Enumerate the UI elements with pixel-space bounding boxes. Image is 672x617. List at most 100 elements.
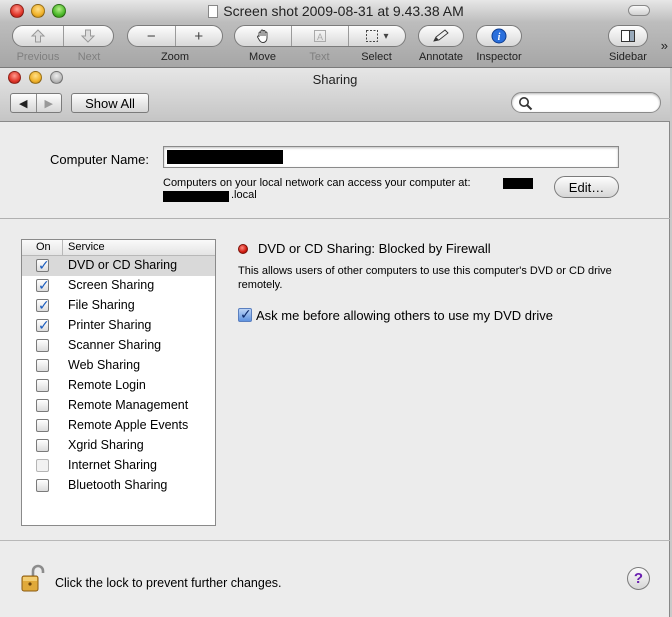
service-row[interactable]: Remote Apple Events: [22, 416, 215, 436]
annotate-button[interactable]: [419, 26, 463, 46]
service-checkbox[interactable]: [36, 479, 49, 492]
previous-next-group: [12, 25, 114, 47]
back-arrow-icon: ◀: [19, 97, 28, 110]
up-arrow-icon: [30, 29, 45, 43]
forward-button[interactable]: ▶: [37, 94, 62, 112]
search-field[interactable]: [511, 92, 661, 113]
column-header-service[interactable]: Service: [68, 241, 105, 253]
sidebar-icon: [621, 30, 635, 42]
service-name: DVD or CD Sharing: [68, 258, 178, 272]
header-divider: [62, 240, 63, 255]
previous-button[interactable]: [13, 26, 64, 46]
inspector-button[interactable]: i: [477, 26, 521, 46]
preview-toolbar: Previous Next − + Zoom A ▾ Move Text Sel…: [0, 22, 672, 68]
zoom-in-button[interactable]: +: [176, 26, 223, 46]
next-label: Next: [77, 51, 101, 63]
service-name: Scanner Sharing: [68, 338, 162, 352]
service-row[interactable]: ✓ Printer Sharing: [22, 316, 215, 336]
zoom-group: − +: [127, 25, 223, 47]
status-indicator-icon: [238, 244, 248, 254]
annotate-group: [418, 25, 464, 47]
sidebar-button[interactable]: [609, 26, 647, 46]
computer-name-panel: Computer Name: Computers on your local n…: [0, 122, 670, 219]
back-button[interactable]: ◀: [11, 94, 37, 112]
service-row[interactable]: Bluetooth Sharing: [22, 476, 215, 496]
next-button[interactable]: [64, 26, 114, 46]
ask-before-allowing-label[interactable]: Ask me before allowing others to use my …: [256, 308, 553, 323]
window-title-text: Screen shot 2009-08-31 at 9.43.38 AM: [223, 3, 464, 19]
back-forward-group: ◀ ▶: [10, 93, 62, 113]
text-tool-icon: A: [314, 30, 326, 42]
question-mark-icon: ?: [633, 570, 644, 587]
service-checkbox[interactable]: ✓: [36, 317, 50, 333]
text-tool-button[interactable]: A: [292, 26, 349, 46]
hand-icon: [257, 29, 268, 43]
computer-name-label: Computer Name:: [50, 152, 149, 167]
search-input[interactable]: [534, 95, 656, 110]
help-button[interactable]: ?: [627, 567, 650, 590]
ask-before-allowing-checkbox[interactable]: ✓: [238, 306, 252, 322]
inspector-group: i: [476, 25, 522, 47]
network-address-info: Computers on your local network can acce…: [163, 177, 471, 189]
service-status-text: DVD or CD Sharing: Blocked by Firewall: [258, 241, 491, 256]
lock-instruction-text: Click the lock to prevent further change…: [55, 576, 282, 590]
service-row[interactable]: Scanner Sharing: [22, 336, 215, 356]
service-rows: ✓ DVD or CD Sharing ✓ Screen Sharing ✓ File S…: [22, 256, 215, 496]
lock-icon[interactable]: [20, 564, 46, 594]
service-name: Web Sharing: [68, 358, 141, 372]
service-checkbox[interactable]: [36, 459, 49, 472]
minus-icon: −: [146, 27, 156, 45]
service-name: Xgrid Sharing: [68, 438, 144, 452]
service-checkbox[interactable]: [36, 399, 49, 412]
plus-icon: +: [194, 27, 204, 45]
service-row[interactable]: Xgrid Sharing: [22, 436, 215, 456]
show-all-button[interactable]: Show All: [71, 93, 149, 113]
service-row[interactable]: ✓ Screen Sharing: [22, 276, 215, 296]
service-name: Remote Management: [68, 398, 189, 412]
bottom-divider: [0, 540, 670, 541]
service-checkbox[interactable]: ✓: [36, 277, 50, 293]
computer-name-field[interactable]: [163, 146, 619, 168]
svg-text:i: i: [498, 32, 501, 43]
service-checkbox[interactable]: [36, 439, 49, 452]
service-list-header: On Service: [22, 240, 215, 256]
service-checkbox[interactable]: [36, 379, 49, 392]
redacted-address-part1: [503, 178, 533, 189]
service-name: Remote Apple Events: [68, 418, 189, 432]
redacted-computer-name: [167, 150, 283, 164]
service-row[interactable]: Web Sharing: [22, 356, 215, 376]
service-checkbox[interactable]: [36, 359, 49, 372]
service-checkbox[interactable]: ✓: [36, 257, 50, 273]
toolbar-toggle-button[interactable]: [628, 5, 650, 16]
service-row[interactable]: Internet Sharing: [22, 456, 215, 476]
down-arrow-icon: [81, 29, 96, 43]
service-row[interactable]: ✓ File Sharing: [22, 296, 215, 316]
service-name: Internet Sharing: [68, 458, 157, 472]
toolbar-overflow-icon[interactable]: »: [661, 38, 668, 53]
preview-titlebar: Screen shot 2009-08-31 at 9.43.38 AM: [0, 0, 672, 22]
search-icon: [519, 97, 533, 111]
zoom-out-button[interactable]: −: [128, 26, 176, 46]
service-checkbox[interactable]: [36, 419, 49, 432]
select-tool-button[interactable]: ▾: [349, 26, 405, 46]
local-domain-suffix: .local: [231, 189, 257, 201]
service-checkbox[interactable]: [36, 339, 49, 352]
sharing-title: Sharing: [312, 72, 358, 87]
inspector-label: Inspector: [476, 51, 522, 63]
service-name: File Sharing: [68, 298, 135, 312]
service-row[interactable]: ✓ DVD or CD Sharing: [22, 256, 215, 276]
tool-mode-group: A ▾: [234, 25, 406, 47]
service-name: Remote Login: [68, 378, 146, 392]
service-name: Screen Sharing: [68, 278, 155, 292]
service-row[interactable]: Remote Management: [22, 396, 215, 416]
checkmark-icon: ✓: [240, 306, 252, 322]
move-tool-button[interactable]: [235, 26, 292, 46]
text-label: Text: [309, 51, 330, 63]
move-label: Move: [249, 51, 276, 63]
window-title: Screen shot 2009-08-31 at 9.43.38 AM: [0, 3, 672, 19]
edit-button[interactable]: Edit…: [554, 176, 619, 198]
service-row[interactable]: Remote Login: [22, 376, 215, 396]
document-icon: [208, 5, 219, 18]
service-checkbox[interactable]: ✓: [36, 297, 50, 313]
column-header-on[interactable]: On: [36, 241, 51, 253]
